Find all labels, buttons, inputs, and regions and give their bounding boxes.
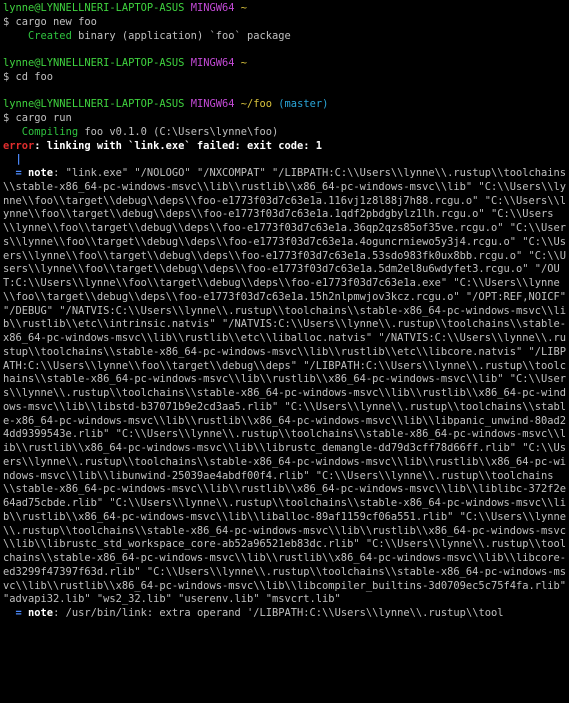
shell-prompt: lynne@LYNNELLNERI-LAPTOP-ASUS MINGW64 ~ xyxy=(3,2,567,16)
error-label: error xyxy=(3,139,35,152)
prompt-user-host: lynne@LYNNELLNERI-LAPTOP-ASUS xyxy=(3,57,185,69)
prompt-system: MINGW64 xyxy=(190,57,235,69)
git-branch: (master) xyxy=(278,98,329,111)
note-prefix: = xyxy=(15,607,29,619)
prompt-system: MINGW64 xyxy=(190,98,235,111)
note-text: : "link.exe" "/NOLOGO" "/NXCOMPAT" "/LIB… xyxy=(3,167,567,606)
command-line: $ cargo run xyxy=(3,112,72,124)
error-text: : linking with `link.exe` failed: exit c… xyxy=(34,139,323,152)
created-keyword: Created xyxy=(28,29,72,42)
text-cursor: | xyxy=(15,153,22,166)
compiling-text: foo v0.1.0 (C:\Users\lynne\foo) xyxy=(78,125,279,138)
linker-note-2: = note: /usr/bin/link: extra operand '/L… xyxy=(3,607,567,621)
command-line: $ cd foo xyxy=(3,70,54,83)
note-label: note xyxy=(28,167,54,179)
shell-prompt: lynne@LYNNELLNERI-LAPTOP-ASUS MINGW64 ~ xyxy=(3,57,567,71)
prompt-path: ~ xyxy=(240,57,248,69)
note-text: : /usr/bin/link: extra operand '/LIBPATH… xyxy=(53,607,504,619)
prompt-user-host: lynne@LYNNELLNERI-LAPTOP-ASUS xyxy=(3,98,185,111)
prompt-system: MINGW64 xyxy=(190,2,235,14)
prompt-user-host: lynne@LYNNELLNERI-LAPTOP-ASUS xyxy=(3,2,185,14)
prompt-path: ~ xyxy=(240,2,248,14)
cursor-line: | xyxy=(3,153,567,167)
created-text: binary (application) `foo` package xyxy=(71,29,291,42)
note-prefix: = xyxy=(15,167,29,179)
created-message: Created binary (application) `foo` packa… xyxy=(3,30,567,44)
prompt-path: ~/foo xyxy=(240,98,273,111)
compiling-message: Compiling foo v0.1.0 (C:\Users\lynne\foo… xyxy=(3,126,567,140)
linker-note: = note: "link.exe" "/NOLOGO" "/NXCOMPAT"… xyxy=(3,167,567,607)
shell-prompt: lynne@LYNNELLNERI-LAPTOP-ASUS MINGW64 ~/… xyxy=(3,98,567,112)
compiling-keyword: Compiling xyxy=(21,125,79,138)
command-line: $ cargo new foo xyxy=(3,15,97,28)
error-message: error: linking with `link.exe` failed: e… xyxy=(3,140,567,154)
note-label: note xyxy=(28,607,54,619)
terminal-window[interactable]: lynne@LYNNELLNERI-LAPTOP-ASUS MINGW64 ~ … xyxy=(0,0,569,703)
